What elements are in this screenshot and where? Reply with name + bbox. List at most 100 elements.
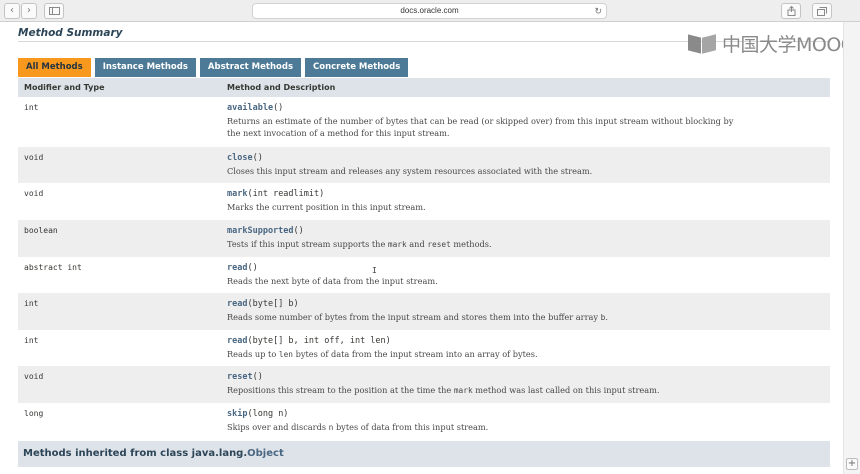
description-text: method was last called on this input str… [472, 384, 660, 395]
chevron-left-icon: ‹ [10, 5, 14, 16]
address-bar[interactable]: docs.oracle.com ↻ [252, 3, 607, 19]
type-cell: long [18, 402, 221, 439]
description-text: bytes of data from the input stream into… [292, 348, 538, 359]
method-params: () [293, 225, 304, 236]
table-row: abstract int read() Reads the next byte … [18, 256, 830, 293]
tab-concrete-methods[interactable]: Concrete Methods [305, 58, 409, 77]
description-text: Tests if this input stream supports the [227, 238, 388, 249]
tab-all-methods[interactable]: All Methods [18, 58, 91, 77]
method-link-read-bytearray[interactable]: read [227, 299, 247, 309]
code-mark: mark [453, 385, 473, 395]
method-summary-title: Method Summary [18, 27, 123, 39]
method-description: Tests if this input stream supports the … [227, 238, 824, 251]
header-method-description: Method and Description [221, 77, 830, 97]
method-description: Repositions this stream to the position … [227, 384, 824, 397]
method-signature: available() [227, 102, 824, 114]
description-text: . [605, 311, 608, 322]
method-tabs: All Methods Instance Methods Abstract Me… [18, 58, 412, 77]
description-text: methods. [450, 238, 492, 249]
description-line: Returns an estimate of the number of byt… [227, 115, 734, 126]
vertical-scrollbar[interactable] [843, 22, 860, 474]
method-link-read-offset[interactable]: read [227, 336, 247, 346]
method-params: () [252, 152, 263, 163]
tabs-icon [817, 7, 827, 16]
table-row: int read(byte[] b) Reads some number of … [18, 292, 830, 330]
table-header-row: Modifier and Type Method and Description [18, 77, 830, 97]
type-cell: boolean [18, 219, 221, 257]
method-signature: skip(long n) [227, 408, 824, 420]
method-link-mark[interactable]: mark [227, 189, 247, 199]
share-icon [787, 5, 795, 16]
method-description: Skips over and discards n bytes of data … [227, 421, 824, 434]
method-signature: reset() [227, 371, 824, 383]
new-tab-button[interactable]: + [846, 458, 858, 470]
method-description: Closes this input stream and releases an… [227, 165, 593, 176]
inherited-prefix: Methods inherited from class java.lang. [23, 448, 248, 459]
plus-icon: + [847, 458, 857, 469]
method-link-read[interactable]: read [227, 263, 247, 273]
type-cell: int [18, 329, 221, 366]
reload-icon[interactable]: ↻ [594, 4, 602, 18]
table-row: void reset() Repositions this stream to … [18, 365, 830, 403]
tabs-button[interactable] [812, 3, 832, 19]
watermark: 中国大学MOOC [688, 30, 854, 57]
tab-instance-methods[interactable]: Instance Methods [94, 58, 196, 77]
watermark-text: 中国大学MOOC [722, 34, 854, 56]
method-params: () [252, 371, 263, 382]
method-params: () [247, 262, 258, 273]
method-description: Reads the next byte of data from the inp… [227, 275, 438, 286]
method-params: (byte[] b, int off, int len) [247, 335, 391, 346]
method-params: (byte[] b) [247, 298, 299, 309]
method-signature: markSupported() [227, 225, 824, 237]
method-cell: skip(long n) Skips over and discards n b… [221, 402, 830, 439]
code-mark: mark [387, 239, 407, 249]
method-cell: close() Closes this input stream and rel… [221, 146, 830, 183]
method-link-close[interactable]: close [227, 153, 253, 163]
mooc-logo-icon [688, 34, 718, 54]
text-cursor-icon: I [372, 266, 377, 275]
method-link-reset[interactable]: reset [227, 372, 253, 382]
header-modifier-type: Modifier and Type [18, 77, 221, 97]
sidebar-button[interactable] [44, 3, 64, 19]
code-len: len [278, 349, 293, 359]
description-text: bytes of data from this input stream. [333, 421, 489, 432]
method-link-skip[interactable]: skip [227, 409, 247, 419]
method-signature: read(byte[] b) [227, 298, 824, 310]
forward-button[interactable]: › [21, 3, 37, 19]
type-cell: void [18, 365, 221, 403]
method-signature: read() [227, 262, 824, 274]
share-button[interactable] [781, 3, 801, 19]
method-description: Reads up to len bytes of data from the i… [227, 348, 824, 361]
table-row: int available() Returns an estimate of t… [18, 96, 830, 147]
tab-abstract-methods[interactable]: Abstract Methods [199, 58, 302, 77]
type-cell: void [18, 182, 221, 220]
method-link-marksupported[interactable]: markSupported [227, 226, 294, 236]
description-line: the next invocation of a method for this… [227, 127, 450, 138]
description-text: Repositions this stream to the position … [227, 384, 454, 395]
table-row: void mark(int readlimit) Marks the curre… [18, 182, 830, 220]
object-class-link[interactable]: Object [247, 448, 284, 459]
method-link-available[interactable]: available [227, 103, 273, 113]
back-button[interactable]: ‹ [4, 3, 20, 19]
method-cell: markSupported() Tests if this input stre… [221, 219, 830, 257]
method-signature: read(byte[] b, int off, int len) [227, 335, 824, 347]
url-text: docs.oracle.com [400, 6, 459, 15]
table-row: int read(byte[] b, int off, int len) Rea… [18, 329, 830, 366]
method-signature: mark(int readlimit) [227, 188, 824, 200]
method-params: (long n) [247, 408, 289, 419]
type-cell: int [18, 292, 221, 330]
method-cell: mark(int readlimit) Marks the current po… [221, 182, 830, 220]
method-cell: read() Reads the next byte of data from … [221, 256, 830, 293]
type-cell: abstract int [18, 256, 221, 293]
table-row: void close() Closes this input stream an… [18, 146, 830, 183]
type-cell: void [18, 146, 221, 183]
chevron-right-icon: › [27, 5, 31, 16]
table-row: long skip(long n) Skips over and discard… [18, 402, 830, 439]
method-cell: read(byte[] b, int off, int len) Reads u… [221, 329, 830, 366]
type-cell: int [18, 96, 221, 147]
description-text: Skips over and discards [227, 421, 329, 432]
code-reset: reset [427, 239, 451, 249]
sidebar-icon [48, 7, 60, 15]
browser-toolbar: ‹ › docs.oracle.com ↻ [0, 0, 860, 22]
method-cell: available() Returns an estimate of the n… [221, 96, 830, 147]
